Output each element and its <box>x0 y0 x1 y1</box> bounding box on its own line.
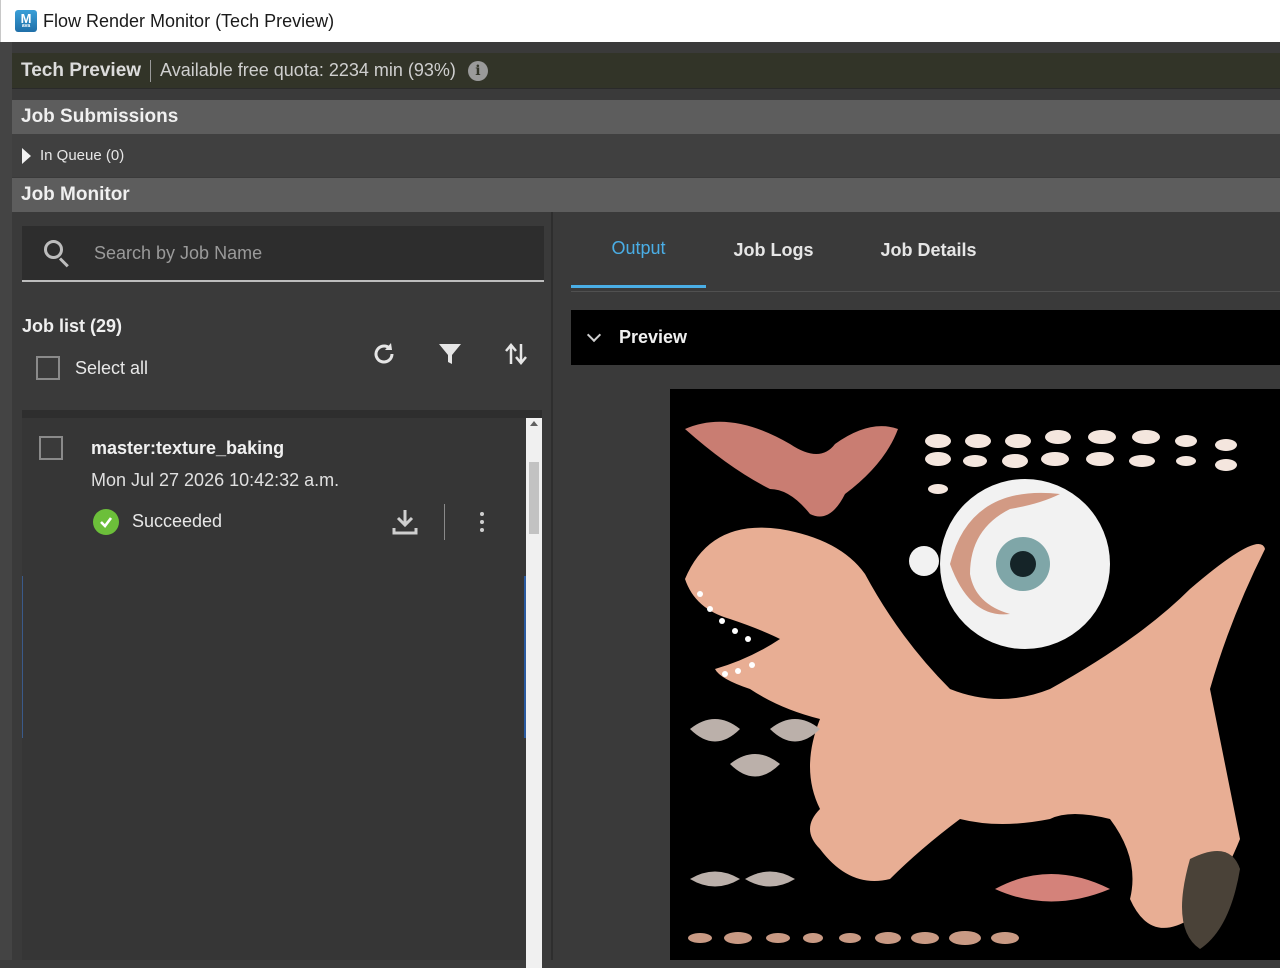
job-submissions-header: Job Submissions <box>12 100 1280 134</box>
select-all-label: Select all <box>75 357 149 378</box>
info-icon[interactable]: i <box>467 60 488 81</box>
filter-button[interactable] <box>434 338 466 370</box>
job-list-title: Job list (29) <box>22 316 123 336</box>
preview-label: Preview <box>619 327 688 347</box>
window-title: Flow Render Monitor (Tech Preview) <box>43 10 335 31</box>
search-input[interactable] <box>94 242 494 264</box>
tab-job-details[interactable]: Job Details <box>851 212 1006 288</box>
sort-button[interactable] <box>500 338 532 370</box>
search-box[interactable] <box>22 226 544 282</box>
quota-divider <box>150 59 152 82</box>
expand-arrow-icon[interactable] <box>22 147 31 164</box>
texture-atlas-image <box>670 389 1280 960</box>
job-checkbox[interactable] <box>39 436 63 460</box>
job-list-scrollbar[interactable] <box>526 418 542 968</box>
job-monitor-header: Job Monitor <box>12 178 1280 212</box>
job-detail-panel: Output Job Logs Job Details Preview <box>555 212 1280 960</box>
window-titlebar: M ava Flow Render Monitor (Tech Preview) <box>0 0 1280 42</box>
detail-tabs: Output Job Logs Job Details <box>571 212 1280 292</box>
tab-job-logs[interactable]: Job Logs <box>706 212 841 288</box>
output-preview-image <box>670 389 1280 960</box>
app-icon: M ava <box>15 10 37 32</box>
filter-icon <box>439 344 461 364</box>
quota-bar: Tech Preview Available free quota: 2234 … <box>12 53 1280 89</box>
success-check-icon <box>93 509 119 535</box>
job-list: master:texture_baking Mon Jul 27 2026 10… <box>22 410 542 968</box>
in-queue-label: In Queue (0) <box>40 147 125 164</box>
list-empty-area <box>22 576 526 738</box>
sort-icon <box>505 343 527 365</box>
download-icon <box>392 510 418 535</box>
job-date: Mon Jul 27 2026 10:42:32 a.m. <box>91 470 340 490</box>
scroll-thumb[interactable] <box>529 462 539 534</box>
search-icon <box>42 238 72 268</box>
job-list-panel: Job list (29) Select all master:texture_… <box>12 212 553 968</box>
refresh-icon <box>374 343 394 364</box>
app-icon-sub: ava <box>21 23 31 29</box>
action-divider <box>444 504 445 540</box>
job-card[interactable]: master:texture_baking Mon Jul 27 2026 10… <box>22 418 526 568</box>
download-button[interactable] <box>390 506 420 538</box>
tech-preview-label: Tech Preview <box>21 59 142 81</box>
preview-header[interactable]: Preview <box>571 310 1280 365</box>
refresh-button[interactable] <box>368 338 400 370</box>
job-name: master:texture_baking <box>91 438 285 458</box>
quota-text: Available free quota: 2234 min (93%) <box>160 60 456 80</box>
scroll-up-arrow-icon[interactable] <box>530 421 538 426</box>
chevron-down-icon[interactable] <box>586 327 602 342</box>
more-options-button[interactable] <box>470 506 494 538</box>
select-all-checkbox[interactable] <box>36 356 60 380</box>
job-status: Succeeded <box>132 511 223 531</box>
info-glyph: i <box>475 62 481 79</box>
select-all[interactable]: Select all <box>36 356 148 380</box>
tab-output[interactable]: Output <box>571 212 706 288</box>
in-queue-row[interactable]: In Queue (0) <box>12 134 1280 177</box>
